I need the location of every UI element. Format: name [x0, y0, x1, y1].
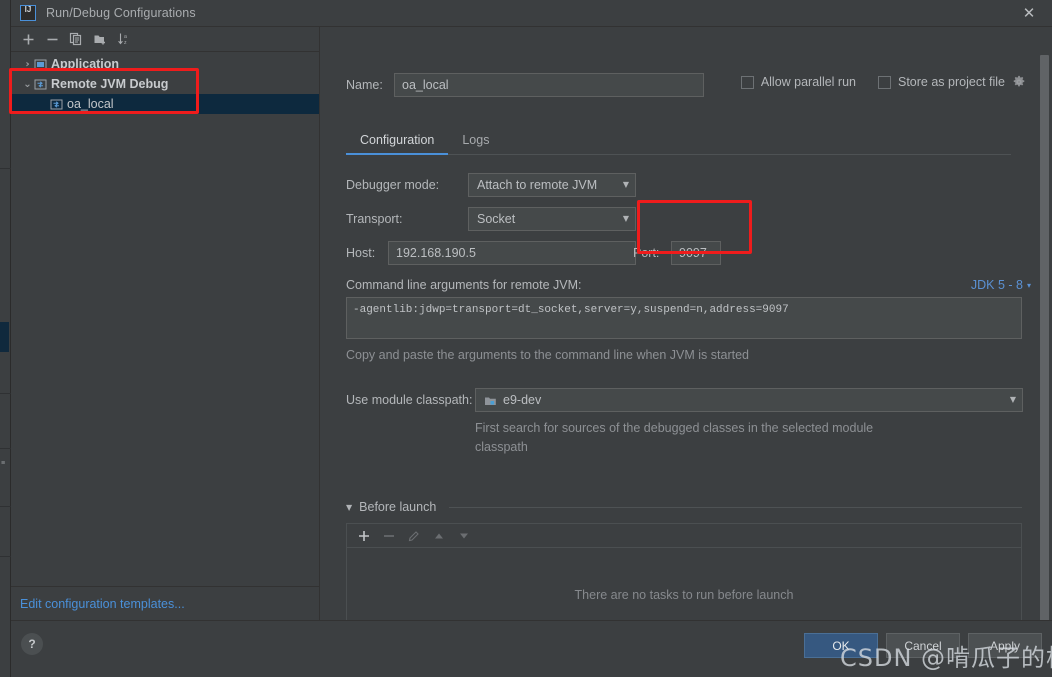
tree-item-label: Application: [51, 57, 120, 71]
configurations-sidebar: a z › Application ⌄ Remote JVM Debug oa_…: [11, 27, 320, 620]
new-folder-button[interactable]: [89, 29, 111, 50]
application-icon: [34, 58, 51, 71]
configurations-tree: › Application ⌄ Remote JVM Debug oa_loca…: [11, 52, 319, 586]
remote-jvm-icon: [50, 98, 67, 111]
ok-button[interactable]: OK: [804, 633, 878, 658]
name-input[interactable]: oa_local: [394, 73, 704, 97]
name-label: Name:: [346, 78, 383, 92]
tree-item-application[interactable]: › Application: [11, 54, 319, 74]
dialog-footer: ? OK Cancel Apply: [11, 620, 1052, 677]
transport-label: Transport:: [346, 212, 403, 226]
checkbox-box: [740, 75, 754, 89]
host-input[interactable]: 192.168.190.5: [388, 241, 636, 265]
chevron-down-icon: ▼: [1009, 395, 1016, 404]
store-as-project-file-checkbox[interactable]: Store as project file: [878, 75, 1026, 89]
before-launch-label: Before launch: [359, 500, 437, 514]
dialog-titlebar: Run/Debug Configurations ✕: [11, 0, 1052, 27]
transport-select[interactable]: Socket ▼: [468, 207, 636, 231]
before-launch-header: ▼ Before launch: [346, 500, 1022, 514]
module-icon: [484, 394, 497, 407]
tree-item-oa-local[interactable]: oa_local: [11, 94, 319, 114]
module-classpath-select[interactable]: e9-dev ▼: [475, 388, 1023, 412]
move-task-down-button[interactable]: [454, 526, 474, 546]
chevron-down-icon[interactable]: ▼: [346, 503, 352, 512]
svg-text:z: z: [124, 40, 127, 46]
dialog-body: a z › Application ⌄ Remote JVM Debug oa_…: [11, 27, 1052, 620]
checkbox-label: Allow parallel run: [760, 75, 856, 89]
configuration-editor-panel: Name: oa_local Allow parallel run Store …: [320, 27, 1052, 620]
before-launch-toolbar: [346, 523, 1022, 547]
screenshot-root: ≡ Run/Debug Configurations ✕: [0, 0, 1052, 677]
dialog-title: Run/Debug Configurations: [46, 6, 196, 20]
module-classpath-hint: First search for sources of the debugged…: [475, 421, 874, 454]
dialog-action-buttons: OK Cancel Apply: [804, 633, 1042, 658]
command-line-arguments-label: Command line arguments for remote JVM:: [346, 278, 582, 292]
help-button[interactable]: ?: [21, 633, 43, 655]
top-checkboxes: Allow parallel run Store as project file: [740, 75, 1026, 89]
debugger-mode-label: Debugger mode:: [346, 178, 440, 192]
name-row: Name: oa_local: [346, 73, 704, 97]
module-classpath-value: e9-dev: [503, 393, 542, 407]
port-input[interactable]: 9097: [671, 241, 721, 265]
jdk-version-selector[interactable]: JDK 5 - 8 ▾: [971, 278, 1031, 292]
sidebar-footer: Edit configuration templates...: [11, 586, 319, 620]
chevron-down-icon: ▾: [1026, 280, 1031, 290]
sort-configurations-button[interactable]: a z: [113, 29, 135, 50]
jdk-version-label: JDK 5 - 8: [970, 278, 1023, 292]
cancel-button[interactable]: Cancel: [886, 633, 960, 658]
before-launch-task-list[interactable]: There are no tasks to run before launch: [346, 547, 1022, 620]
port-row: Port: 9097: [633, 241, 721, 265]
transport-value: Socket: [477, 212, 516, 226]
intellij-logo-icon: [20, 5, 36, 21]
chevron-down-icon[interactable]: ⌄: [21, 79, 34, 90]
before-launch-empty-message: There are no tasks to run before launch: [574, 588, 794, 602]
ide-background-strip: ≡: [0, 0, 11, 677]
add-task-button[interactable]: [354, 526, 374, 546]
add-configuration-button[interactable]: [17, 29, 39, 50]
host-row: Host: 192.168.190.5: [346, 241, 636, 265]
sidebar-toolbar: a z: [11, 27, 319, 52]
debugger-mode-value: Attach to remote JVM: [477, 178, 598, 192]
checkbox-label: Store as project file: [898, 75, 1005, 89]
debugger-mode-row: Debugger mode: Attach to remote JVM ▼: [346, 173, 636, 197]
close-icon[interactable]: ✕: [1006, 0, 1052, 27]
apply-button[interactable]: Apply: [968, 633, 1042, 658]
command-line-arguments-textarea[interactable]: -agentlib:jdwp=transport=dt_socket,serve…: [346, 297, 1022, 339]
module-classpath-label: Use module classpath:: [346, 393, 473, 407]
remove-configuration-button[interactable]: [41, 29, 63, 50]
scrollbar-thumb[interactable]: [1040, 55, 1049, 620]
edit-task-button[interactable]: [404, 526, 424, 546]
chevron-down-icon: ▼: [622, 214, 629, 223]
gear-icon[interactable]: [1012, 75, 1026, 89]
remove-task-button[interactable]: [379, 526, 399, 546]
port-label: Port:: [633, 246, 660, 260]
debugger-mode-select[interactable]: Attach to remote JVM ▼: [468, 173, 636, 197]
remote-jvm-icon: [34, 78, 51, 91]
tab-logs[interactable]: Logs: [448, 130, 503, 154]
checkbox-box: [878, 75, 891, 89]
tab-configuration[interactable]: Configuration: [346, 130, 449, 155]
allow-parallel-run-checkbox[interactable]: Allow parallel run: [740, 75, 856, 89]
host-label: Host:: [346, 246, 376, 260]
tree-item-label: oa_local: [67, 97, 114, 111]
command-line-arguments-hint: Copy and paste the arguments to the comm…: [346, 348, 749, 362]
chevron-down-icon: ▼: [622, 180, 629, 189]
chevron-right-icon[interactable]: ›: [21, 59, 34, 70]
run-debug-configurations-dialog: Run/Debug Configurations ✕: [11, 0, 1052, 677]
module-classpath-row: Use module classpath: e9-dev ▼: [346, 388, 1023, 412]
section-divider: [449, 506, 1022, 508]
tree-item-label: Remote JVM Debug: [51, 77, 169, 91]
transport-row: Transport: Socket ▼: [346, 207, 636, 231]
move-task-up-button[interactable]: [429, 526, 449, 546]
editor-vertical-scrollbar[interactable]: [1040, 55, 1049, 620]
editor-tabs: Configuration Logs: [346, 130, 1011, 155]
edit-configuration-templates-link[interactable]: Edit configuration templates...: [20, 597, 185, 611]
copy-configuration-button[interactable]: [65, 29, 87, 50]
tree-item-remote-jvm-debug[interactable]: ⌄ Remote JVM Debug: [11, 74, 319, 94]
